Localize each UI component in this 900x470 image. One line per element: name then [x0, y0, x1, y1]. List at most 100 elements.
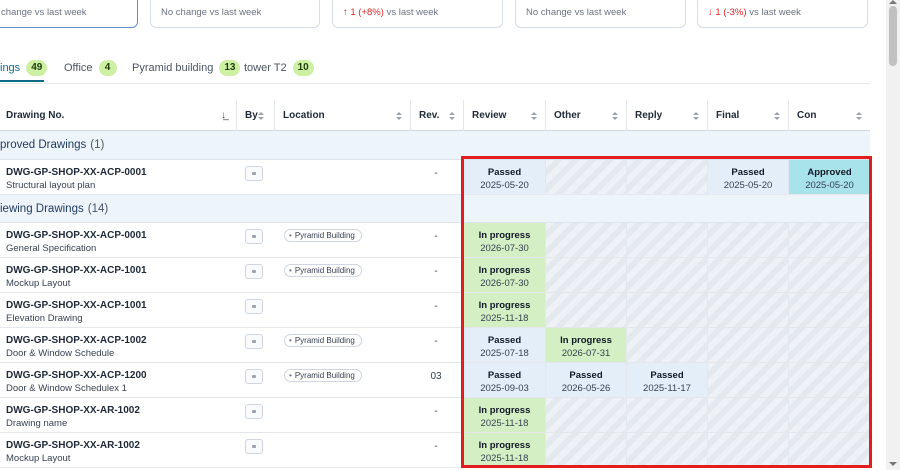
status-cell-final[interactable] — [707, 433, 788, 467]
column-by[interactable]: By — [236, 100, 274, 131]
group-header-approved[interactable]: proved Drawings (1) — [0, 131, 870, 160]
column-drawing-no[interactable]: Drawing No. ↓̲ — [0, 100, 236, 131]
column-rev[interactable]: Rev. — [410, 100, 463, 131]
stat-card[interactable]: ↑ 1 (+8%) vs last week — [332, 0, 503, 28]
column-other[interactable]: Other — [545, 100, 626, 131]
status-cell-other[interactable] — [545, 433, 626, 467]
column-location[interactable]: Location — [274, 100, 410, 131]
status-cell-other[interactable] — [545, 223, 626, 257]
status-cell-con[interactable] — [788, 398, 870, 432]
status-cell-review[interactable]: Passed 2025-07-18 — [463, 328, 545, 362]
status-cell-final[interactable] — [707, 293, 788, 327]
stat-card[interactable]: No change vs last week — [150, 0, 320, 28]
sort-icon[interactable] — [774, 112, 780, 121]
status-cell-reply[interactable] — [626, 328, 707, 362]
user-avatar-icon[interactable] — [245, 264, 263, 279]
user-avatar-icon[interactable] — [245, 439, 263, 454]
status-cell-reply[interactable]: Passed 2025-11-17 — [626, 363, 707, 397]
vertical-scrollbar[interactable] — [886, 0, 900, 470]
status-cell-review[interactable]: Passed 2025-05-20 — [463, 160, 545, 194]
sort-desc-icon[interactable]: ↓̲ — [221, 110, 226, 121]
table-row[interactable]: DWG-GP-SHOP-XX-ACP-1001 Mockup Layout Pyra… — [0, 258, 870, 293]
status-cell-con[interactable] — [788, 363, 870, 397]
status-cell-reply[interactable] — [626, 293, 707, 327]
tab-pyramid-building[interactable]: Pyramid building 13 — [132, 58, 241, 78]
status-cell-final[interactable] — [707, 328, 788, 362]
status-cell-other[interactable] — [545, 398, 626, 432]
status-cell-final[interactable] — [707, 398, 788, 432]
status-cell-con[interactable] — [788, 258, 870, 292]
drawing-number[interactable]: DWG-GP-SHOP-XX-ACP-1002 — [6, 335, 147, 346]
column-reply[interactable]: Reply — [626, 100, 707, 131]
status-cell-other[interactable]: In progress 2026-07-31 — [545, 328, 626, 362]
tab-tower-t2[interactable]: tower T2 10 — [244, 58, 314, 78]
sort-icon[interactable] — [856, 112, 862, 121]
status-cell-con[interactable] — [788, 223, 870, 257]
status-cell-other[interactable] — [545, 160, 626, 194]
stat-card[interactable]: change vs last week — [0, 0, 138, 28]
drawing-number[interactable]: DWG-GP-SHOP-XX-ACP-0001 — [6, 230, 147, 241]
user-avatar-icon[interactable] — [245, 404, 263, 419]
status-cell-reply[interactable] — [626, 258, 707, 292]
revision: - — [434, 231, 438, 242]
drawing-number[interactable]: DWG-GP-SHOP-XX-ACP-0001 — [6, 167, 147, 178]
drawing-number[interactable]: DWG-GP-SHOP-XX-ACP-1200 — [6, 370, 147, 381]
status-cell-reply[interactable] — [626, 433, 707, 467]
drawing-number[interactable]: DWG-GP-SHOP-XX-AR-1002 — [6, 440, 140, 451]
drawing-number[interactable]: DWG-GP-SHOP-XX-ACP-1001 — [6, 265, 147, 276]
user-avatar-icon[interactable] — [245, 369, 263, 384]
status-cell-final[interactable] — [707, 363, 788, 397]
drawing-number[interactable]: DWG-GP-SHOP-XX-AR-1002 — [6, 405, 140, 416]
status-date: 2025-09-03 — [480, 383, 529, 394]
status-cell-con[interactable] — [788, 328, 870, 362]
stat-card[interactable]: No change vs last week — [515, 0, 686, 28]
table-row[interactable]: DWG-GP-SHOP-XX-AR-1002 Drawing name - In pr… — [0, 398, 870, 433]
scroll-down-arrow-icon[interactable] — [889, 462, 897, 466]
table-row[interactable]: DWG-GP-SHOP-XX-ACP-0001 Structural layout… — [0, 160, 870, 195]
user-avatar-icon[interactable] — [245, 299, 263, 314]
group-header-reviewing[interactable]: iewing Drawings (14) — [0, 195, 870, 223]
status-cell-review[interactable]: In progress 2025-11-18 — [463, 433, 545, 467]
status-cell-final[interactable] — [707, 223, 788, 257]
table-row[interactable]: DWG-GP-SHOP-XX-ACP-0001 General Specifica… — [0, 223, 870, 258]
sort-icon[interactable] — [396, 112, 402, 121]
status-cell-reply[interactable] — [626, 398, 707, 432]
status-cell-con[interactable] — [788, 293, 870, 327]
scroll-thumb[interactable] — [889, 6, 897, 66]
status-cell-review[interactable]: In progress 2026-07-30 — [463, 223, 545, 257]
column-con[interactable]: Con — [788, 100, 870, 131]
status-cell-other[interactable] — [545, 293, 626, 327]
status-cell-review[interactable]: Passed 2025-09-03 — [463, 363, 545, 397]
user-avatar-icon[interactable] — [245, 229, 263, 244]
sort-icon[interactable] — [258, 112, 264, 121]
column-label: Reply — [635, 110, 663, 121]
status-cell-con[interactable]: Approved 2025-05-20 — [788, 160, 870, 194]
tab-all-drawings[interactable]: ings 49 — [0, 58, 48, 78]
sort-icon[interactable] — [531, 112, 537, 121]
user-avatar-icon[interactable] — [245, 166, 263, 181]
status-cell-reply[interactable] — [626, 160, 707, 194]
sort-icon[interactable] — [449, 112, 455, 121]
sort-icon[interactable] — [612, 112, 618, 121]
column-review[interactable]: Review — [463, 100, 545, 131]
status-cell-review[interactable]: In progress 2026-07-30 — [463, 258, 545, 292]
status-cell-final[interactable] — [707, 258, 788, 292]
table-row[interactable]: DWG-GP-SHOP-XX-ACP-1200 Door & Window Sch… — [0, 363, 870, 398]
status-cell-reply[interactable] — [626, 223, 707, 257]
column-final[interactable]: Final — [707, 100, 788, 131]
status-cell-final[interactable]: Passed 2025-05-20 — [707, 160, 788, 194]
scroll-up-arrow-icon[interactable] — [889, 0, 897, 4]
tab-office[interactable]: Office 4 — [64, 58, 117, 78]
sort-icon[interactable] — [693, 112, 699, 121]
user-avatar-icon[interactable] — [245, 334, 263, 349]
status-cell-con[interactable] — [788, 433, 870, 467]
status-cell-other[interactable]: Passed 2026-05-26 — [545, 363, 626, 397]
status-cell-other[interactable] — [545, 258, 626, 292]
status-cell-review[interactable]: In progress 2025-11-18 — [463, 398, 545, 432]
table-row[interactable]: DWG-GP-SHOP-XX-ACP-1002 Door & Window Sch… — [0, 328, 870, 363]
status-cell-review[interactable]: In progress 2025-11-18 — [463, 293, 545, 327]
table-row[interactable]: DWG-GP-SHOP-XX-ACP-1001 Elevation Drawing… — [0, 293, 870, 328]
stat-card[interactable]: ↓ 1 (-3%) vs last week — [697, 0, 868, 28]
drawing-number[interactable]: DWG-GP-SHOP-XX-ACP-1001 — [6, 300, 147, 311]
table-row[interactable]: DWG-GP-SHOP-XX-AR-1002 Mockup Layout - In p… — [0, 433, 870, 468]
